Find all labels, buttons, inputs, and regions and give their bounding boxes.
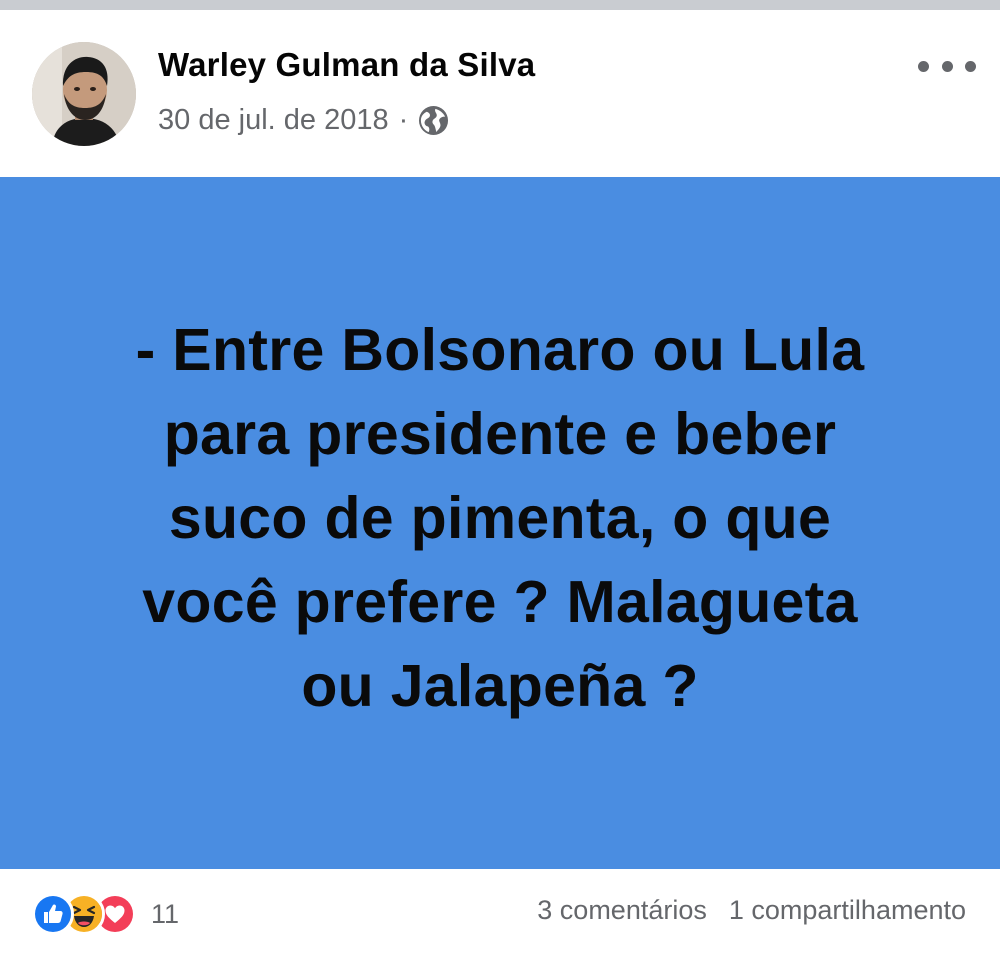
- reactions-summary[interactable]: 11: [32, 893, 179, 935]
- meta-separator: ·: [398, 103, 409, 136]
- more-options-icon: [918, 60, 929, 72]
- like-icon: [32, 893, 74, 935]
- top-divider: [0, 0, 1000, 10]
- shares-count[interactable]: 1 compartilhamento: [729, 895, 966, 926]
- avatar-photo: [32, 42, 136, 146]
- engagement-stats: 3 comentários 1 compartilhamento: [537, 895, 966, 926]
- more-options-button[interactable]: [918, 48, 976, 84]
- post-meta: 30 de jul. de 2018 ·: [158, 102, 449, 138]
- post-image-text: - Entre Bolsonaro ou Lula para president…: [135, 317, 865, 719]
- globe-icon: [418, 105, 449, 136]
- post-image[interactable]: - Entre Bolsonaro ou Lula para president…: [0, 177, 1000, 869]
- comments-count[interactable]: 3 comentários: [537, 895, 707, 926]
- post-date[interactable]: 30 de jul. de 2018: [158, 104, 389, 137]
- reaction-count: 11: [151, 898, 180, 929]
- author-name[interactable]: Warley Gulman da Silva: [158, 46, 535, 84]
- post-header: Warley Gulman da Silva 30 de jul. de 201…: [0, 10, 1000, 177]
- post-footer: 11 3 comentários 1 compartilhamento: [0, 869, 1000, 978]
- avatar[interactable]: [32, 42, 136, 146]
